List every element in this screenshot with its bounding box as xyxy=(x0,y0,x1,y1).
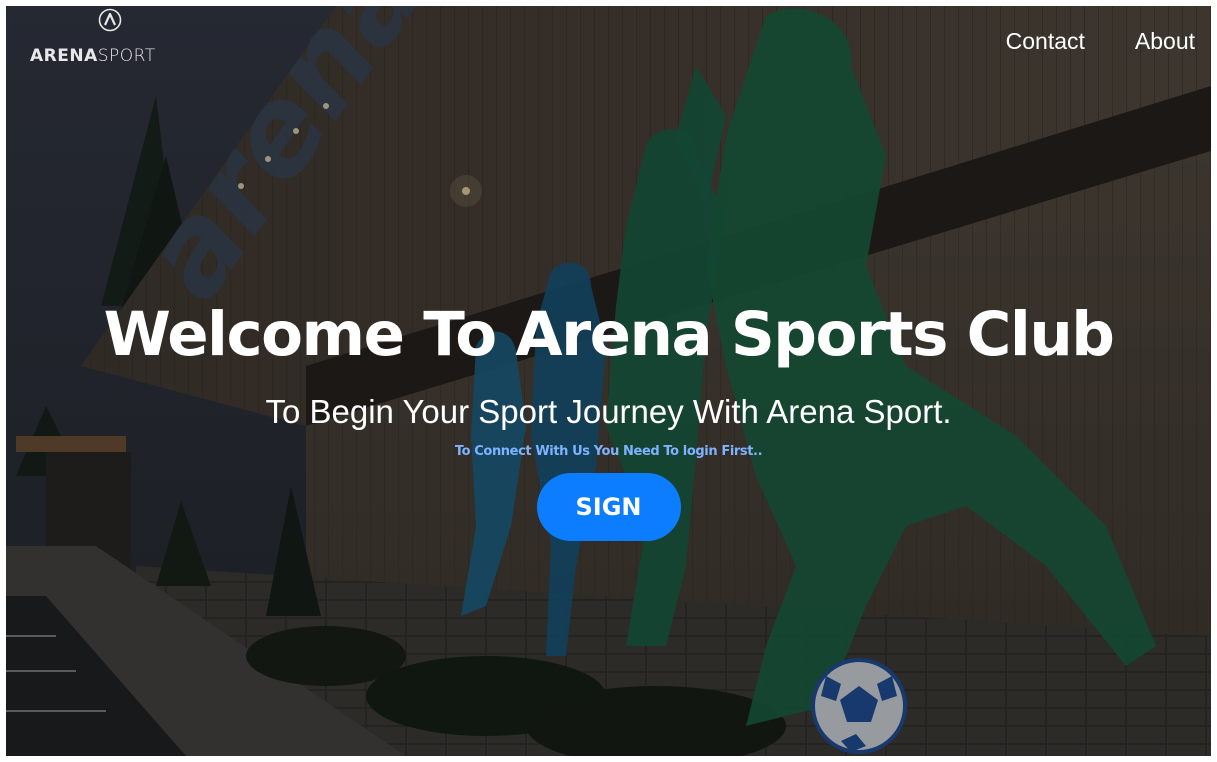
login-hint: To Connect With Us You Need To login Fir… xyxy=(454,444,763,459)
arena-a-icon xyxy=(98,8,122,32)
top-nav: Contact About xyxy=(1006,28,1195,55)
nav-contact-link[interactable]: Contact xyxy=(1006,28,1085,55)
brand-name-light: SPORT xyxy=(97,46,156,66)
landing-page: arena ARENASPORT Contact About Welcome T… xyxy=(6,6,1211,756)
brand-logo[interactable]: ARENASPORT xyxy=(22,8,172,78)
nav-about-link[interactable]: About xyxy=(1135,28,1195,55)
brand-name-bold: ARENA xyxy=(30,46,98,66)
brand-name: ARENASPORT xyxy=(30,46,156,66)
hero-title: Welcome To Arena Sports Club xyxy=(103,299,1115,370)
hero-section: Welcome To Arena Sports Club To Begin Yo… xyxy=(6,294,1211,541)
hero-subtitle: To Begin Your Sport Journey With Arena S… xyxy=(265,393,952,430)
sign-button[interactable]: SIGN xyxy=(536,473,681,541)
